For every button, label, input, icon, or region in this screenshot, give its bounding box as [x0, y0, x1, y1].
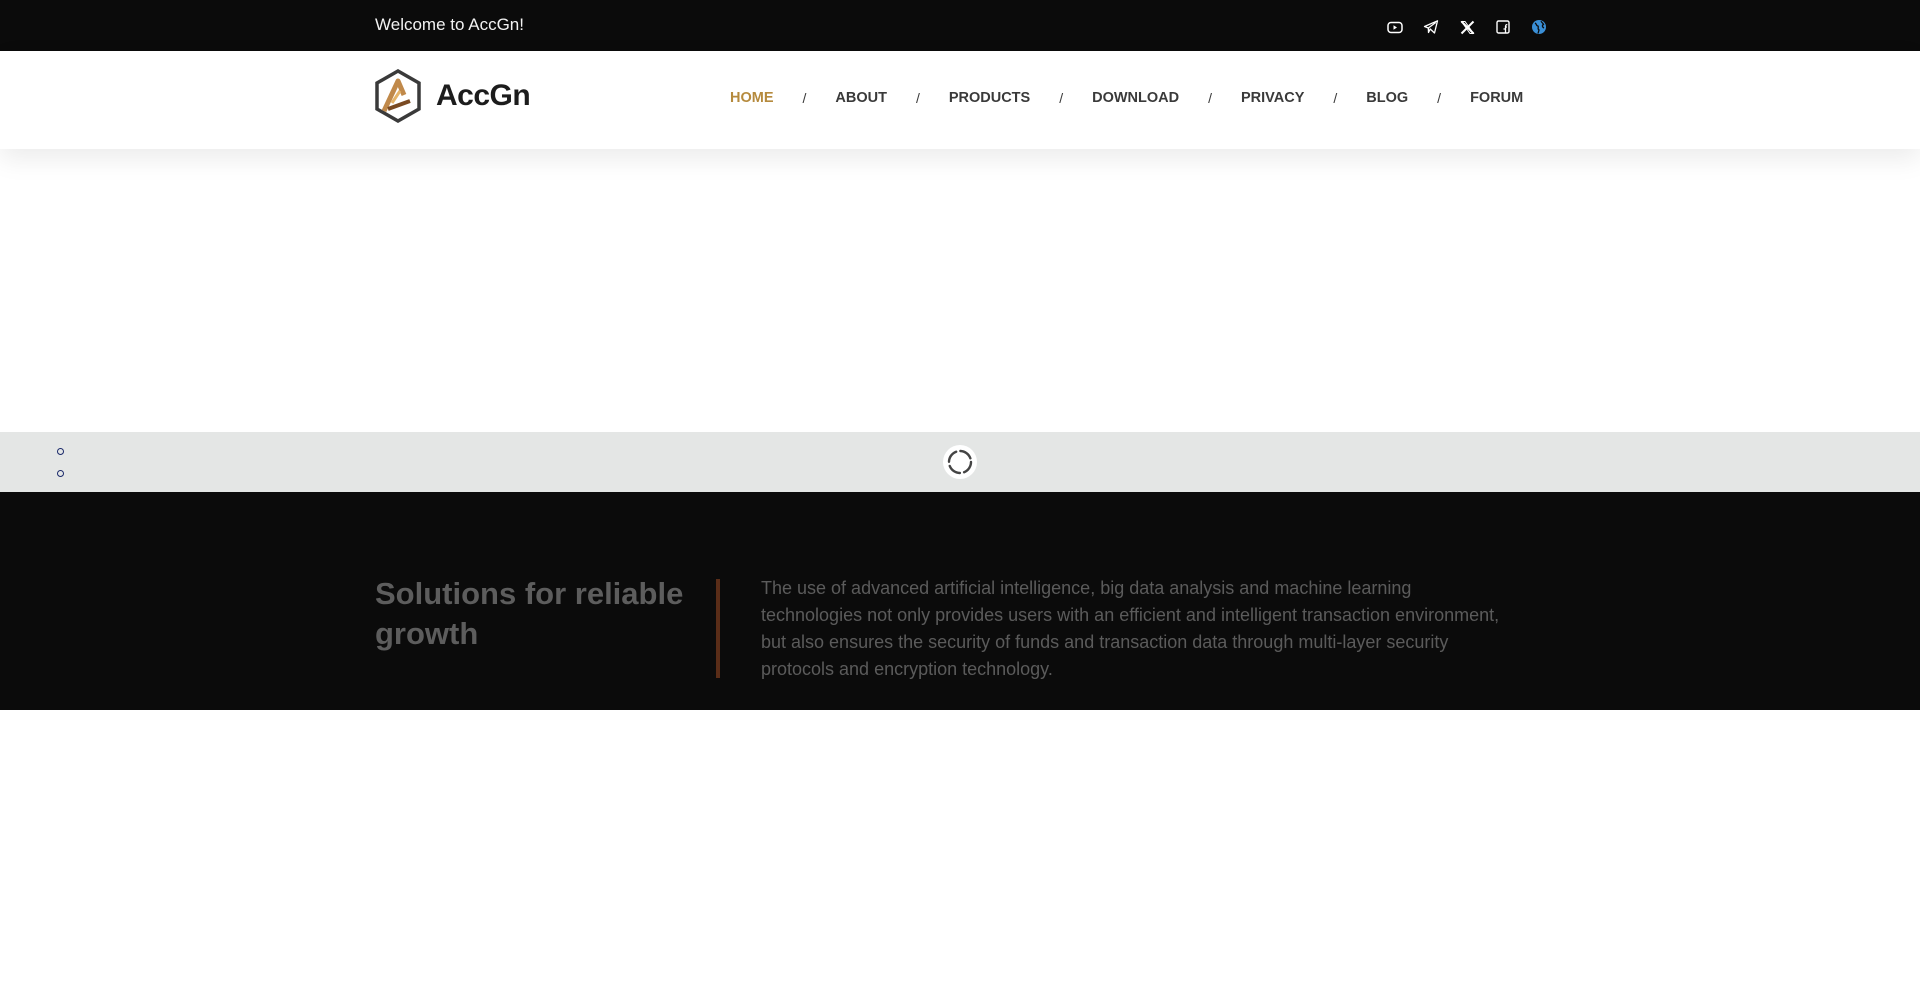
slider-dot[interactable]: [57, 448, 64, 455]
nav-separator: /: [1208, 90, 1212, 106]
slider-dot[interactable]: [57, 470, 64, 477]
social-links: [1384, 16, 1550, 38]
solutions-description: The use of advanced artificial intellige…: [761, 578, 1500, 679]
facebook-icon[interactable]: [1492, 16, 1514, 38]
nav-about[interactable]: ABOUT: [835, 90, 887, 106]
nav-privacy[interactable]: PRIVACY: [1241, 90, 1304, 106]
nav-separator: /: [1437, 90, 1442, 106]
logo-mark-icon: [375, 69, 421, 123]
nav-separator: /: [1059, 90, 1064, 106]
youtube-icon[interactable]: [1384, 16, 1406, 38]
solutions-headline: Solutions for reliable growth: [375, 576, 684, 651]
nav-download[interactable]: DOWNLOAD: [1092, 90, 1179, 106]
main-header: AccGn HOME / ABOUT / PRODUCTS / DOWNLOAD…: [0, 51, 1920, 149]
nav-forum[interactable]: FORUM: [1470, 90, 1523, 106]
globe-icon[interactable]: [1528, 16, 1550, 38]
top-bar: Welcome to AccGn!: [0, 0, 1920, 51]
welcome-text: Welcome to AccGn!: [375, 15, 524, 34]
nav-home[interactable]: HOME: [730, 90, 774, 106]
nav-separator: /: [915, 90, 920, 106]
nav-separator: /: [1333, 90, 1338, 106]
nav-blog[interactable]: BLOG: [1366, 90, 1408, 106]
nav-separator: /: [802, 90, 807, 106]
main-nav: HOME / ABOUT / PRODUCTS / DOWNLOAD / PRI…: [730, 90, 1523, 106]
x-icon[interactable]: [1456, 16, 1478, 38]
loading-spinner-icon: [943, 445, 977, 479]
site-logo[interactable]: AccGn: [374, 69, 531, 123]
telegram-icon[interactable]: [1420, 16, 1442, 38]
nav-products[interactable]: PRODUCTS: [949, 90, 1030, 106]
vertical-divider: [716, 579, 720, 678]
logo-text: AccGn: [436, 79, 531, 112]
